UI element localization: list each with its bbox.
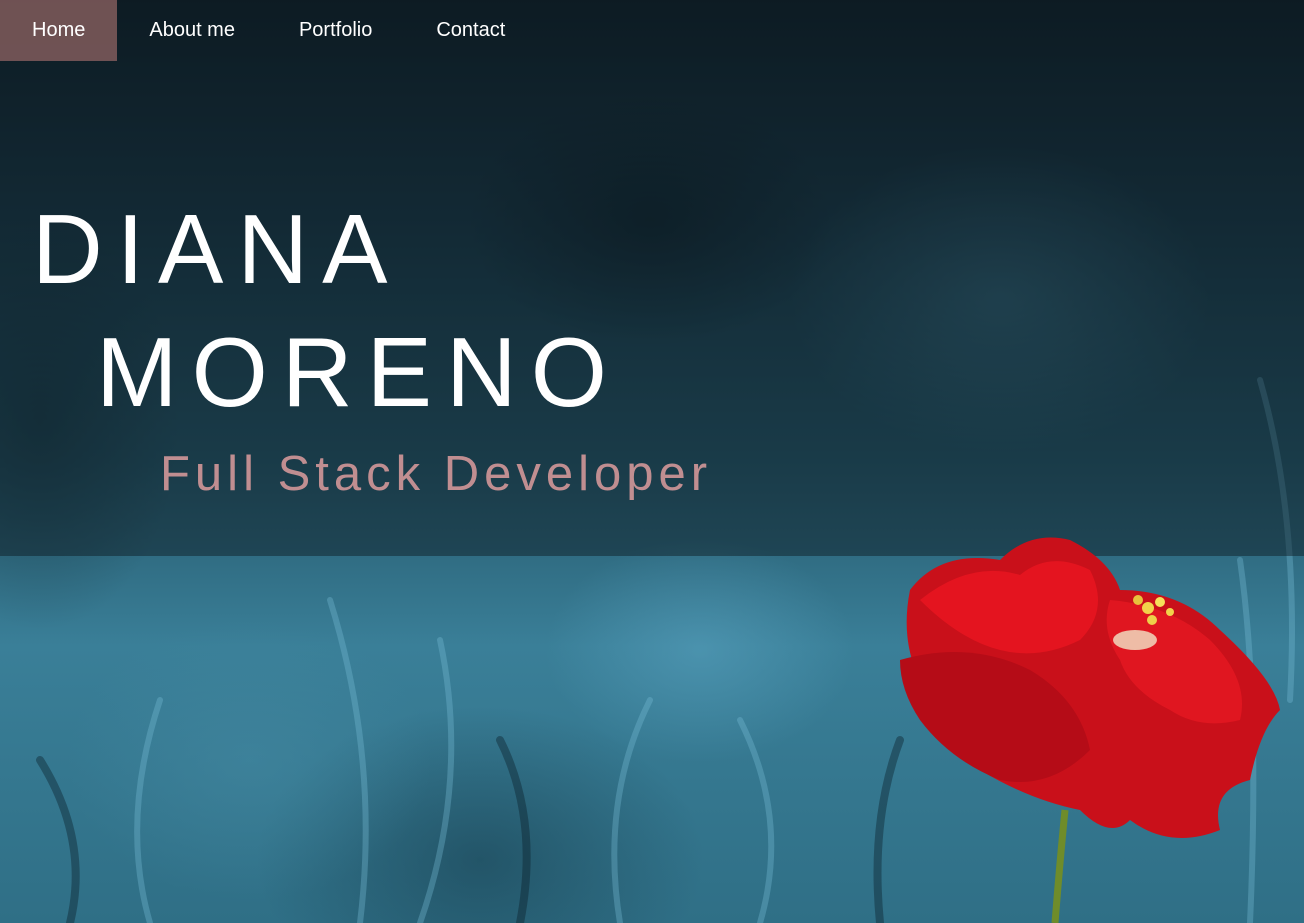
main-nav: Home About me Portfolio Contact (0, 0, 537, 61)
page: Home About me Portfolio Contact DIANA MO… (0, 0, 1304, 923)
nav-about-link[interactable]: About me (117, 0, 267, 61)
nav-portfolio-link[interactable]: Portfolio (267, 0, 404, 61)
poppy-flower-image (900, 537, 1280, 923)
hero-subtitle: Full Stack Developer (160, 447, 713, 501)
hero-last-name: MORENO (96, 317, 621, 427)
nav-home-link[interactable]: Home (0, 0, 118, 61)
hero-first-name: DIANA (32, 194, 402, 304)
nav-contact-link[interactable]: Contact (404, 0, 537, 61)
